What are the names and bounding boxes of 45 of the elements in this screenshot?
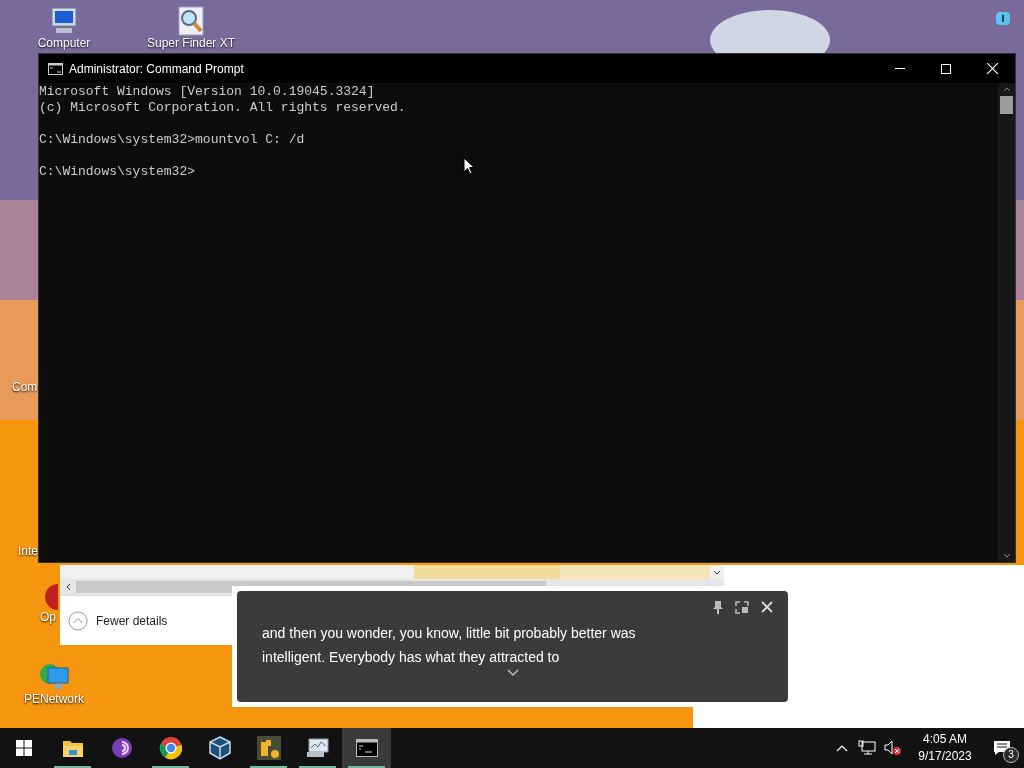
scroll-left-icon[interactable] — [65, 583, 71, 591]
message-icon[interactable] — [996, 12, 1010, 25]
expand-icon[interactable] — [735, 601, 749, 614]
monitor-graph-icon — [305, 737, 330, 759]
caret-up-icon[interactable] — [836, 744, 848, 752]
scroll-up-icon[interactable] — [1002, 87, 1011, 92]
computer-icon — [48, 6, 80, 36]
clock[interactable]: 4:05 AM 9/17/2023 — [910, 731, 980, 765]
scroll-down-icon[interactable] — [1002, 553, 1011, 558]
pin-icon[interactable] — [713, 601, 723, 614]
console-line: C:\Windows\system32> — [39, 164, 196, 180]
notification-count: 3 — [1003, 747, 1019, 763]
vertical-scrollbar[interactable] — [998, 83, 1015, 562]
desktop-icon-label[interactable]: Computer — [37, 36, 91, 50]
terminal-icon — [48, 62, 63, 75]
network-computer-icon — [38, 662, 70, 692]
caption-line: intelligent. Everybody has what they attracted to — [262, 648, 560, 667]
muted-speaker-icon[interactable] — [884, 740, 902, 756]
cursor-icon — [463, 157, 475, 175]
clock-date: 9/17/2023 — [918, 748, 972, 765]
clock-time: 4:05 AM — [923, 731, 967, 748]
caption-line: and then you wonder, you know, little bit probably better was — [262, 624, 636, 643]
tool-icon — [256, 736, 281, 760]
network-icon[interactable] — [858, 740, 876, 756]
desktop-icon-label[interactable]: Super Finder XT — [146, 36, 235, 50]
console-line: Microsoft Windows [Version 10.0.19045.3324] — [39, 84, 375, 100]
scroll-thumb[interactable] — [1000, 96, 1013, 114]
chevron-down-icon[interactable] — [713, 569, 721, 575]
taskbar-app-button[interactable] — [342, 728, 391, 768]
close-icon — [986, 63, 998, 74]
magnifier-document-icon — [176, 6, 206, 36]
chevron-up-circle-icon — [68, 610, 88, 631]
windows-icon — [16, 740, 32, 756]
console-line: (c) Microsoft Corporation. All rights reserved. — [39, 100, 406, 116]
folder-icon — [61, 738, 84, 758]
close-icon[interactable] — [761, 601, 773, 613]
notification-button[interactable]: 3 — [980, 728, 1024, 768]
terminal-icon — [355, 739, 378, 757]
window-title: Administrator: Command Prompt — [69, 60, 245, 78]
onion-icon — [110, 737, 133, 759]
chevron-down-icon[interactable] — [506, 669, 519, 677]
console-line: C:\Windows\system32>mountvol C: /d — [39, 132, 305, 148]
browser-icon — [158, 736, 183, 760]
cube-icon — [208, 736, 231, 760]
fewer-details-button[interactable]: Fewer details — [68, 610, 168, 631]
